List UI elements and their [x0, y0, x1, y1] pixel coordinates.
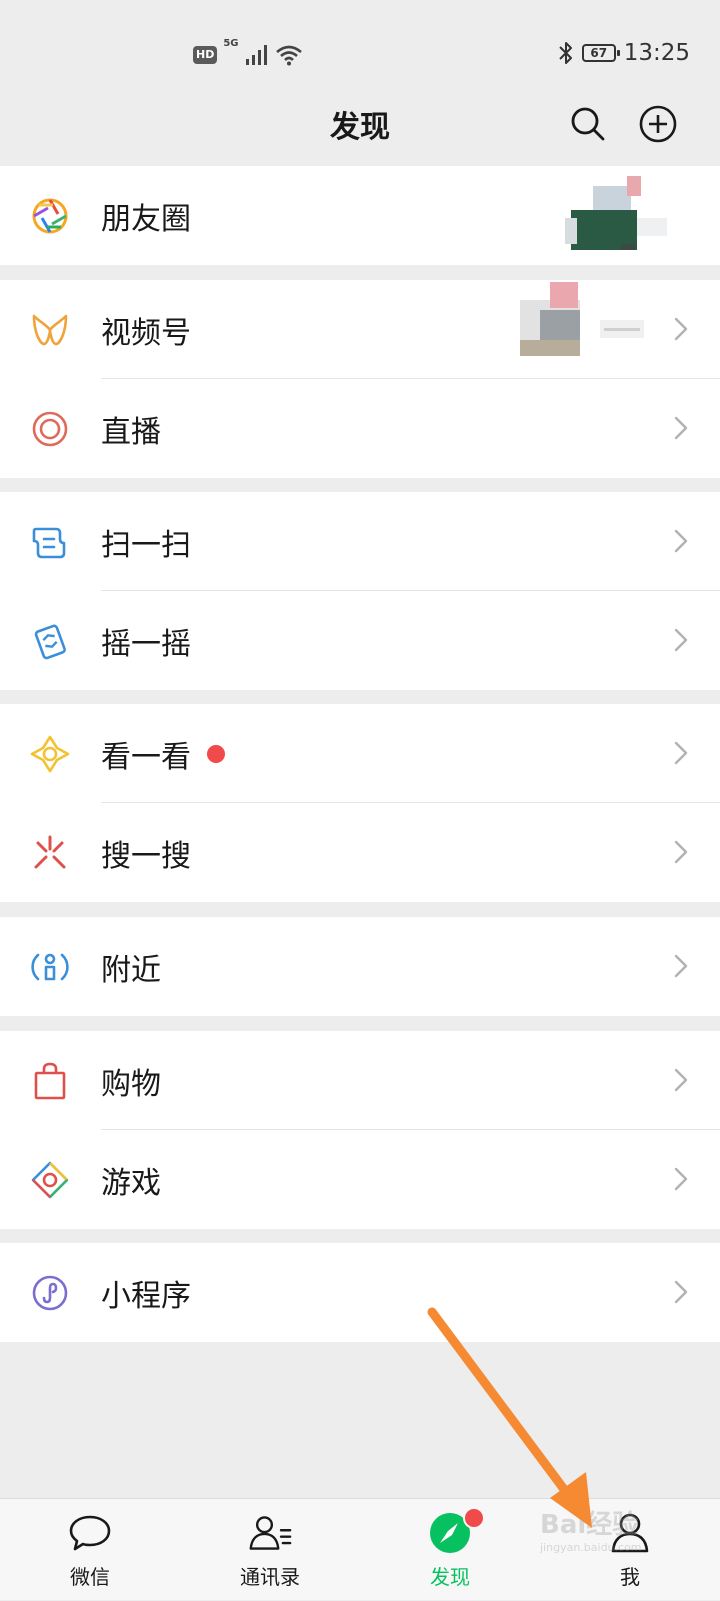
list-item-label: 购物 [101, 1066, 161, 1102]
list-item-label: 搜一搜 [101, 838, 191, 874]
chevron-right-icon [674, 628, 688, 652]
list-item-shake[interactable]: 摇一摇 [0, 591, 720, 690]
status-right-group: 67 13:25 [558, 36, 690, 70]
battery-indicator: 67 [581, 44, 620, 62]
top-stories-label: 看一看 [101, 739, 191, 775]
status-bar: HD 5G 67 13:25 [0, 0, 720, 90]
contacts-icon [248, 1511, 292, 1555]
tab-notification-dot [463, 1507, 485, 1529]
list-item-top-stories[interactable]: 看一看 [0, 704, 720, 803]
chevron-right-icon [674, 1068, 688, 1092]
list-item-label: 游戏 [101, 1165, 161, 1201]
aperture-icon [30, 196, 70, 236]
status-time: 13:25 [623, 40, 690, 66]
tab-discover[interactable]: 发现 [360, 1499, 540, 1601]
list-item-label: 扫一扫 [101, 527, 191, 563]
group-nearby: 附近 [0, 917, 720, 1016]
list-item-label: 直播 [101, 414, 161, 450]
group-scan-shake: 扫一扫 摇一摇 [0, 492, 720, 690]
tab-label: 微信 [70, 1565, 110, 1589]
tab-label: 发现 [430, 1565, 470, 1589]
chat-bubble-icon [68, 1511, 112, 1555]
list-item-label: 朋友圈 [101, 201, 191, 237]
search-icon[interactable] [568, 104, 608, 144]
group-moments: 朋友圈 [0, 166, 720, 265]
chevron-right-icon [674, 741, 688, 765]
chevron-right-icon [674, 840, 688, 864]
list-item-live[interactable]: 直播 [0, 379, 720, 478]
list-item-scan[interactable]: 扫一扫 [0, 492, 720, 591]
battery-level: 67 [590, 46, 608, 60]
moments-preview-thumbnail [565, 174, 677, 258]
list-item-mini-programs[interactable]: 小程序 [0, 1243, 720, 1342]
list-item-search[interactable]: 搜一搜 [0, 803, 720, 902]
scan-icon [30, 522, 70, 562]
live-icon [30, 409, 70, 449]
games-icon [30, 1160, 70, 1200]
shopping-bag-icon [30, 1061, 70, 1101]
mini-program-icon [30, 1273, 70, 1313]
list-item-label: 摇一摇 [101, 626, 191, 662]
channels-icon [30, 310, 70, 350]
group-mini-programs: 小程序 [0, 1243, 720, 1342]
signal-icon [245, 45, 267, 65]
top-stories-icon [30, 734, 70, 774]
search-spark-icon [30, 833, 70, 873]
chevron-right-icon [674, 529, 688, 553]
tab-me[interactable]: 我 [540, 1499, 720, 1601]
chevron-right-icon [674, 1280, 688, 1304]
network-type: 5G [223, 38, 239, 49]
channels-preview-thumbnail [520, 282, 644, 356]
group-shopping-games: 购物 游戏 [0, 1031, 720, 1229]
top-nav-bar: 发现 [0, 90, 720, 165]
nearby-icon [30, 947, 70, 987]
list-item-games[interactable]: 游戏 [0, 1130, 720, 1229]
list-item-channels[interactable]: 视频号 [0, 280, 720, 379]
bluetooth-icon [558, 42, 572, 64]
chevron-right-icon [674, 317, 688, 341]
chevron-right-icon [674, 954, 688, 978]
tab-chats[interactable]: 微信 [0, 1499, 180, 1601]
list-item-moments[interactable]: 朋友圈 [0, 166, 720, 265]
list-item-label: 看一看 [101, 704, 225, 803]
group-channels-live: 视频号 直播 [0, 280, 720, 478]
person-icon [608, 1511, 652, 1555]
plus-circle-icon[interactable] [638, 104, 678, 144]
list-item-label: 附近 [101, 952, 161, 988]
status-network-group: HD 5G [193, 38, 303, 70]
notification-dot [207, 744, 225, 763]
tab-contacts[interactable]: 通讯录 [180, 1499, 360, 1601]
tab-label: 通讯录 [240, 1565, 300, 1589]
list-item-label: 视频号 [101, 315, 191, 351]
shake-icon [30, 621, 70, 661]
bottom-tab-bar: 微信 通讯录 发现 我 [0, 1498, 720, 1600]
chevron-right-icon [674, 416, 688, 440]
tab-label: 我 [620, 1565, 640, 1589]
chevron-right-icon [674, 1167, 688, 1191]
group-top-stories-search: 看一看 搜一搜 [0, 704, 720, 902]
list-item-shopping[interactable]: 购物 [0, 1031, 720, 1130]
wifi-icon [275, 45, 302, 66]
hd-badge: HD [193, 46, 218, 64]
page-title: 发现 [330, 110, 390, 145]
list-item-nearby[interactable]: 附近 [0, 917, 720, 1016]
list-item-label: 小程序 [101, 1278, 191, 1314]
